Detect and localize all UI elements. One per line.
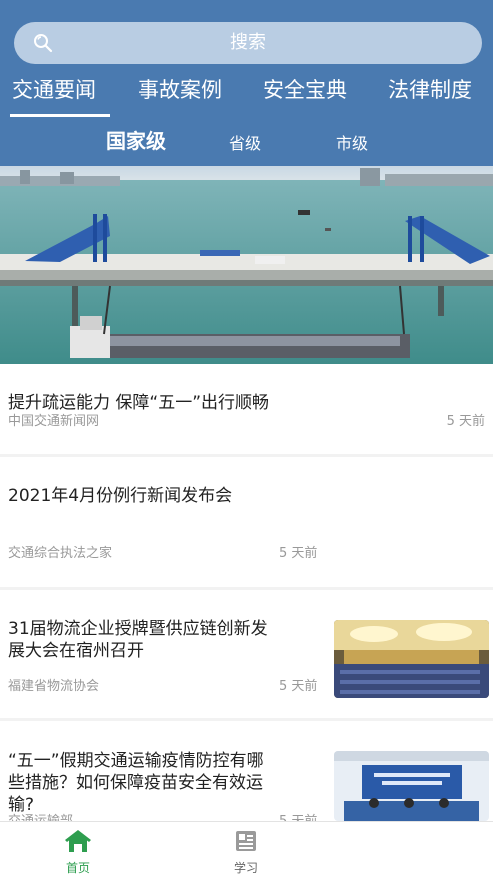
tab-accident-cases[interactable]: 事故案例: [138, 74, 222, 106]
tab-traffic-news[interactable]: 交通要闻: [12, 74, 96, 106]
press-conference-photo: [334, 751, 489, 821]
news-time: 5 天前: [279, 546, 318, 561]
nav-study-label: 学习: [233, 861, 258, 875]
list-item[interactable]: “五一”假期交通运输疫情防控有哪 些措施？如何保障疫苗安全有效运 输? 交通运输…: [0, 721, 493, 829]
subtab-national[interactable]: 国家级: [106, 126, 166, 156]
conference-photo: [334, 620, 489, 698]
news-title: 2021年4月份例行新闻发布会: [8, 486, 233, 506]
nav-home-label: 首页: [65, 861, 90, 875]
bottom-nav: 首页 学习: [0, 821, 493, 879]
list-item[interactable]: 提升疏运能力 保障“五一”出行顺畅 中国交通新闻网 5 天前: [0, 364, 493, 454]
news-source: 福建省物流协会: [8, 679, 100, 694]
news-title-line-2: 展大会在宿州召开: [8, 641, 144, 661]
news-title-line-1: 31届物流企业授牌暨供应链创新发: [8, 619, 268, 639]
news-time: 5 天前: [279, 679, 318, 694]
level-tabs: 国家级 省级 市级: [0, 126, 493, 158]
list-item[interactable]: 31届物流企业授牌暨供应链创新发 展大会在宿州召开 福建省物流协会 5 天前: [0, 590, 493, 718]
tab-safety-guide[interactable]: 安全宝典: [263, 74, 347, 106]
search-placeholder: 搜索: [230, 32, 266, 53]
list-item[interactable]: 2021年4月份例行新闻发布会 交通综合执法之家 5 天前: [0, 457, 493, 587]
tab-legal-system[interactable]: 法律制度: [388, 74, 472, 106]
subtab-provincial[interactable]: 省级: [229, 129, 261, 159]
book-icon: [236, 831, 256, 851]
category-tabs: 交通要闻 事故案例 安全宝典 法律制度: [0, 74, 493, 117]
news-title: 提升疏运能力 保障“五一”出行顺畅: [8, 393, 270, 413]
news-source: 中国交通新闻网: [8, 414, 100, 429]
nav-study[interactable]: 学习: [206, 828, 286, 876]
top-header: 搜索 交通要闻 事故案例 安全宝典 法律制度 国家级 省级 市级: [0, 0, 493, 166]
news-time: 5 天前: [446, 414, 485, 429]
news-thumbnail: [334, 620, 489, 698]
news-source: 交通综合执法之家: [8, 546, 113, 561]
nav-home[interactable]: 首页: [38, 828, 118, 876]
active-tab-indicator: [10, 114, 110, 117]
subtab-city[interactable]: 市级: [336, 129, 368, 159]
news-thumbnail: [334, 751, 489, 821]
news-title-line-2: 些措施？如何保障疫苗安全有效运: [8, 773, 263, 793]
bridge-construction-photo: [0, 166, 493, 364]
news-title-line-1: “五一”假期交通运输疫情防控有哪: [8, 751, 264, 771]
search-bar[interactable]: 搜索: [14, 22, 482, 64]
hero-banner[interactable]: [0, 166, 493, 364]
home-icon: [65, 830, 91, 852]
